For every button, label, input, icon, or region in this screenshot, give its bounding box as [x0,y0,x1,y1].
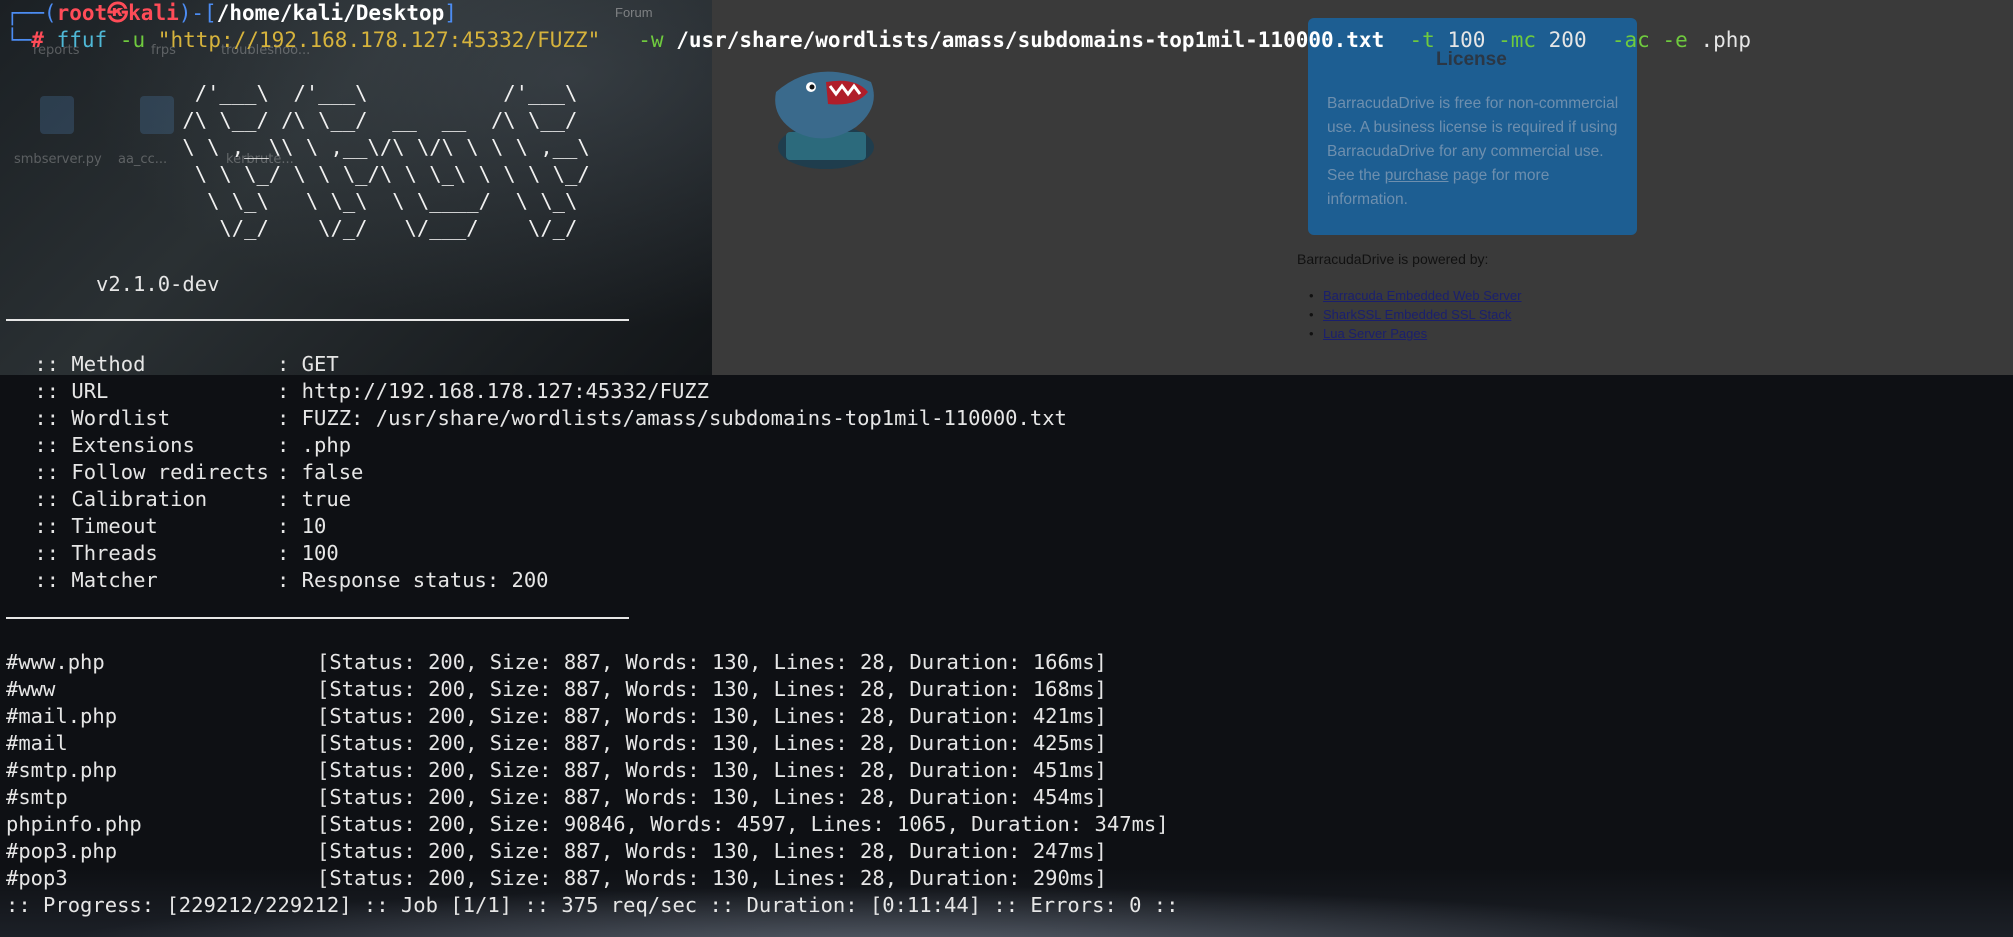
cmd-flag: -u [119,28,146,52]
prompt-symbol: # [31,28,44,52]
prompt-host: kali [128,1,179,25]
prompt-line: ┌──(root㉿kali)-[/home/kali/Desktop] [6,1,457,25]
cmd-flag: -ac [1611,28,1650,52]
cmd-wordlist: /usr/share/wordlists/amass/subdomains-to… [676,28,1385,52]
command-line[interactable]: └─# ffuf -u "http://192.168.178.127:4533… [6,27,1751,54]
terminal-window[interactable]: ┌──(root㉿kali)-[/home/kali/Desktop] └─# … [0,0,2013,937]
cmd-flag: -w [638,28,664,52]
kali-skull-icon: ㉿ [107,1,129,25]
separator-top [6,319,629,321]
progress-line: :: Progress: [229212/229212] :: Job [1/1… [6,893,1179,917]
cmd-url: "http://192.168.178.127:45332/FUZZ" [157,28,601,52]
cmd-flag: -t [1409,28,1435,52]
separator-bottom [6,617,629,619]
cmd-extension: .php [1700,28,1752,52]
cmd-threads: 100 [1447,28,1486,52]
prompt-path: /home/kali/Desktop [216,1,445,25]
cmd-flag: -e [1662,28,1688,52]
cmd-match-code: 200 [1548,28,1587,52]
cmd-flag: -mc [1498,28,1536,52]
cmd-program: ffuf [56,28,108,52]
prompt-user: root [56,1,108,25]
ffuf-ascii-banner: /'___\ /'___\ /'___\ /\ \__/ /\ \__/ __ … [182,81,590,240]
ffuf-version: v2.1.0-dev [96,272,220,296]
